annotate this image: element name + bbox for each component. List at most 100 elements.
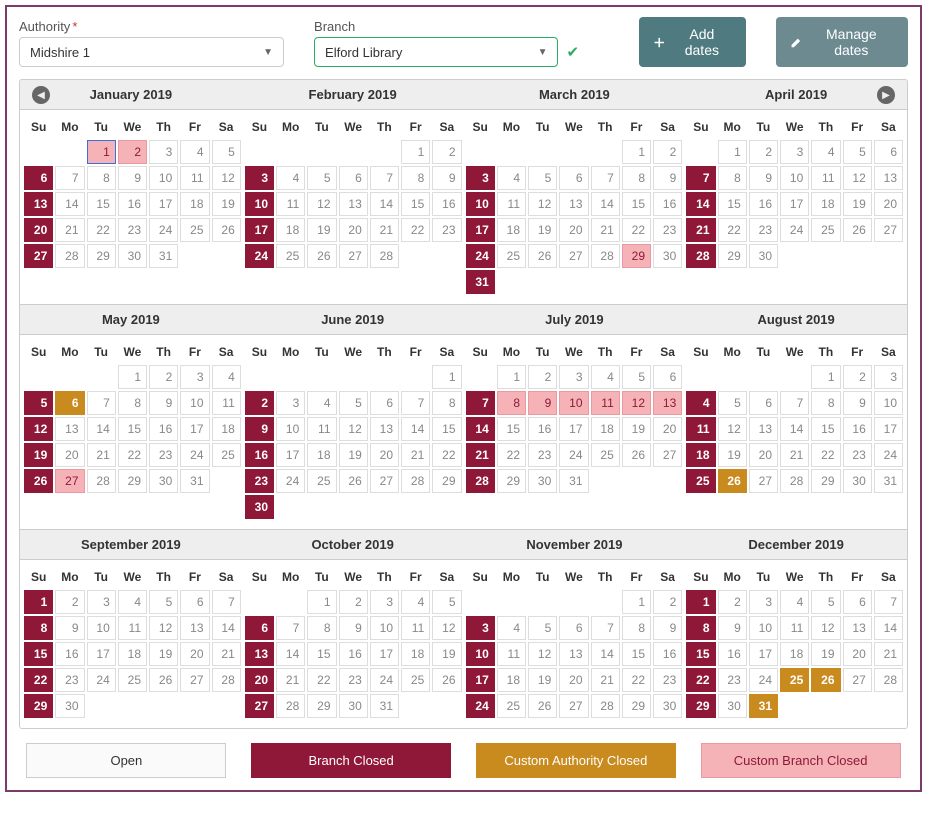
day-cell[interactable]: 11: [497, 192, 526, 216]
day-cell[interactable]: 25: [497, 694, 526, 718]
day-cell[interactable]: 20: [843, 642, 872, 666]
day-cell[interactable]: 30: [528, 469, 557, 493]
day-cell[interactable]: 29: [307, 694, 336, 718]
day-cell[interactable]: 9: [245, 417, 274, 441]
day-cell[interactable]: 16: [245, 443, 274, 467]
day-cell[interactable]: 31: [466, 270, 495, 294]
day-cell[interactable]: 15: [497, 417, 526, 441]
day-cell[interactable]: 16: [653, 192, 682, 216]
day-cell[interactable]: 30: [718, 694, 747, 718]
day-cell[interactable]: 15: [811, 417, 840, 441]
day-cell[interactable]: 26: [212, 218, 241, 242]
day-cell[interactable]: 18: [401, 642, 430, 666]
day-cell[interactable]: 4: [401, 590, 430, 614]
day-cell[interactable]: 2: [653, 140, 682, 164]
day-cell[interactable]: 29: [622, 244, 651, 268]
day-cell[interactable]: 2: [528, 365, 557, 389]
day-cell[interactable]: 20: [653, 417, 682, 441]
day-cell[interactable]: 14: [276, 642, 305, 666]
day-cell[interactable]: 16: [749, 192, 778, 216]
day-cell[interactable]: 9: [55, 616, 84, 640]
day-cell[interactable]: 23: [432, 218, 461, 242]
day-cell[interactable]: 21: [276, 668, 305, 692]
day-cell[interactable]: 9: [843, 391, 872, 415]
day-cell[interactable]: 29: [497, 469, 526, 493]
day-cell[interactable]: 21: [370, 218, 399, 242]
day-cell[interactable]: 10: [780, 166, 809, 190]
day-cell[interactable]: 17: [559, 417, 588, 441]
day-cell[interactable]: 28: [401, 469, 430, 493]
day-cell[interactable]: 9: [749, 166, 778, 190]
day-cell[interactable]: 7: [686, 166, 715, 190]
day-cell[interactable]: 17: [370, 642, 399, 666]
day-cell[interactable]: 18: [276, 218, 305, 242]
day-cell[interactable]: 19: [24, 443, 53, 467]
day-cell[interactable]: 7: [591, 166, 620, 190]
day-cell[interactable]: 10: [874, 391, 903, 415]
day-cell[interactable]: 27: [245, 694, 274, 718]
day-cell[interactable]: 9: [718, 616, 747, 640]
day-cell[interactable]: 26: [149, 668, 178, 692]
day-cell[interactable]: 19: [718, 443, 747, 467]
day-cell[interactable]: 3: [370, 590, 399, 614]
day-cell[interactable]: 2: [55, 590, 84, 614]
day-cell[interactable]: 13: [245, 642, 274, 666]
day-cell[interactable]: 5: [528, 616, 557, 640]
day-cell[interactable]: 10: [559, 391, 588, 415]
day-cell[interactable]: 12: [843, 166, 872, 190]
day-cell[interactable]: 8: [622, 166, 651, 190]
day-cell[interactable]: 1: [622, 140, 651, 164]
day-cell[interactable]: 3: [87, 590, 116, 614]
day-cell[interactable]: 20: [24, 218, 53, 242]
day-cell[interactable]: 13: [559, 642, 588, 666]
day-cell[interactable]: 24: [245, 244, 274, 268]
day-cell[interactable]: 26: [339, 469, 368, 493]
day-cell[interactable]: 29: [718, 244, 747, 268]
day-cell[interactable]: 6: [874, 140, 903, 164]
day-cell[interactable]: 15: [87, 192, 116, 216]
day-cell[interactable]: 8: [497, 391, 526, 415]
day-cell[interactable]: 27: [653, 443, 682, 467]
day-cell[interactable]: 8: [432, 391, 461, 415]
day-cell[interactable]: 26: [432, 668, 461, 692]
day-cell[interactable]: 5: [432, 590, 461, 614]
day-cell[interactable]: 20: [874, 192, 903, 216]
day-cell[interactable]: 28: [55, 244, 84, 268]
day-cell[interactable]: 21: [466, 443, 495, 467]
day-cell[interactable]: 11: [276, 192, 305, 216]
day-cell[interactable]: 31: [749, 694, 778, 718]
day-cell[interactable]: 31: [559, 469, 588, 493]
day-cell[interactable]: 28: [466, 469, 495, 493]
day-cell[interactable]: 27: [843, 668, 872, 692]
day-cell[interactable]: 27: [559, 694, 588, 718]
day-cell[interactable]: 2: [432, 140, 461, 164]
day-cell[interactable]: 6: [180, 590, 209, 614]
day-cell[interactable]: 1: [401, 140, 430, 164]
day-cell[interactable]: 13: [843, 616, 872, 640]
day-cell[interactable]: 21: [686, 218, 715, 242]
day-cell[interactable]: 17: [874, 417, 903, 441]
day-cell[interactable]: 23: [55, 668, 84, 692]
day-cell[interactable]: 11: [180, 166, 209, 190]
day-cell[interactable]: 11: [811, 166, 840, 190]
day-cell[interactable]: 15: [686, 642, 715, 666]
day-cell[interactable]: 12: [149, 616, 178, 640]
day-cell[interactable]: 13: [24, 192, 53, 216]
day-cell[interactable]: 3: [466, 166, 495, 190]
day-cell[interactable]: 10: [149, 166, 178, 190]
day-cell[interactable]: 7: [466, 391, 495, 415]
day-cell[interactable]: 16: [149, 417, 178, 441]
day-cell[interactable]: 12: [212, 166, 241, 190]
day-cell[interactable]: 8: [118, 391, 147, 415]
day-cell[interactable]: 25: [811, 218, 840, 242]
day-cell[interactable]: 5: [149, 590, 178, 614]
day-cell[interactable]: 14: [780, 417, 809, 441]
day-cell[interactable]: 13: [874, 166, 903, 190]
day-cell[interactable]: 16: [843, 417, 872, 441]
day-cell[interactable]: 9: [528, 391, 557, 415]
day-cell[interactable]: 20: [55, 443, 84, 467]
day-cell[interactable]: 18: [307, 443, 336, 467]
day-cell[interactable]: 4: [180, 140, 209, 164]
day-cell[interactable]: 4: [591, 365, 620, 389]
day-cell[interactable]: 22: [497, 443, 526, 467]
